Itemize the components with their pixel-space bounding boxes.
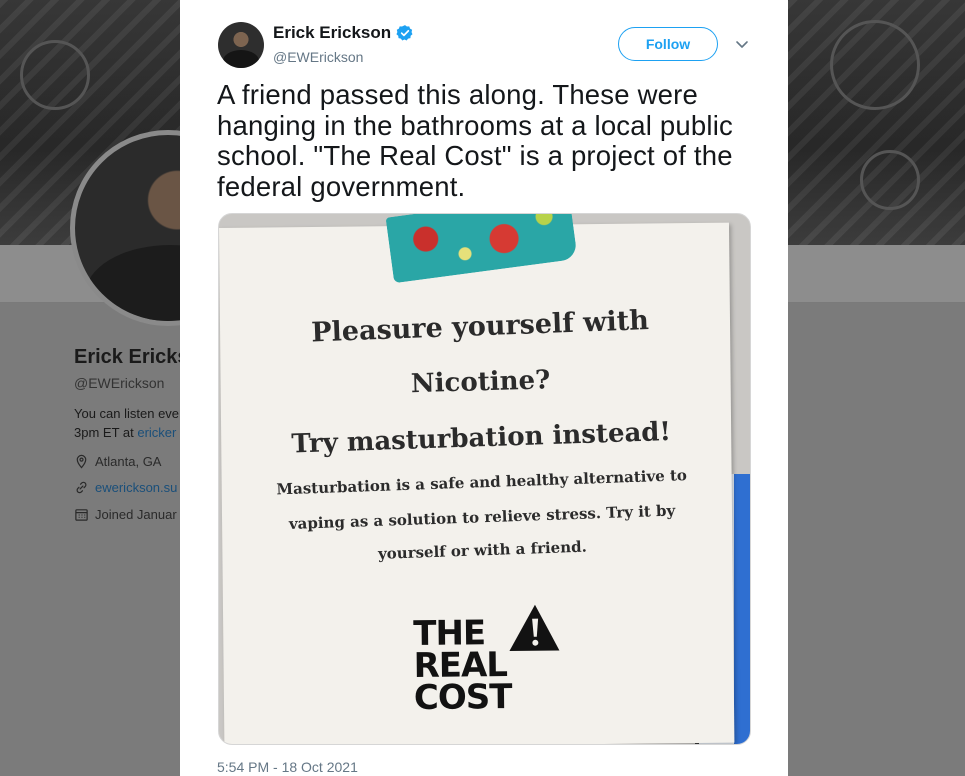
sign-line-3: Try masturbation instead!: [291, 416, 672, 460]
sign-line-1: Pleasure yourself with: [310, 305, 650, 349]
sign-line-4: Masturbation is a safe and healthy alter…: [276, 466, 688, 499]
profile-bio-line2-text: 3pm ET at: [74, 425, 138, 440]
profile-joined-text: Joined Januar: [95, 507, 177, 522]
profile-location: Atlanta, GA: [74, 454, 161, 469]
profile-handle: @EWErickson: [74, 375, 165, 391]
verified-badge-icon: [396, 25, 413, 41]
sign-line-2: Nicotine?: [410, 365, 551, 400]
warning-triangle-icon: [509, 604, 560, 651]
calendar-icon: [75, 509, 88, 521]
tweet-author-handle[interactable]: @EWErickson: [273, 49, 363, 65]
tweet-author-name-row[interactable]: Erick Erickson: [273, 23, 414, 43]
tweet-photo[interactable]: Pleasure yourself with Nicotine? Try mas…: [218, 213, 751, 745]
location-pin-icon: [76, 454, 87, 469]
tweet-text: A friend passed this along. These were h…: [217, 79, 733, 202]
sign-line-6: yourself or with a friend.: [377, 537, 588, 563]
profile-bio: You can listen eve 3pm ET at ericker: [74, 404, 179, 442]
logo-text: THE REAL COST: [413, 613, 512, 718]
chevron-down-icon[interactable]: [734, 36, 750, 52]
profile-website: ewerickson.su: [74, 480, 177, 495]
photo-sign-paper: Pleasure yourself with Nicotine? Try mas…: [219, 214, 735, 744]
tweet-card: Erick Erickson @EWErickson Follow A frie…: [180, 0, 788, 776]
profile-bio-link[interactable]: ericker: [137, 425, 176, 440]
link-icon: [76, 481, 87, 494]
sign-line-5: vaping as a solution to relieve stress. …: [288, 501, 676, 534]
profile-location-text: Atlanta, GA: [95, 454, 162, 469]
profile-website-link[interactable]: ewerickson.su: [95, 480, 177, 495]
profile-joined: Joined Januar: [74, 507, 177, 522]
photo-tape: [385, 214, 578, 284]
tweet-author-avatar[interactable]: [218, 22, 264, 68]
profile-bio-line1: You can listen eve: [74, 406, 180, 421]
logo-line-cost: COST: [413, 676, 512, 718]
tweet-timestamp[interactable]: 5:54 PM - 18 Oct 2021: [217, 759, 358, 775]
the-real-cost-logo: THE REAL COST: [413, 604, 574, 728]
profile-name: Erick Ericks: [74, 346, 189, 368]
follow-button[interactable]: Follow: [618, 27, 718, 61]
profile-bio-line2: 3pm ET at ericker: [74, 423, 179, 442]
tweet-author-name[interactable]: Erick Erickson: [273, 23, 391, 43]
